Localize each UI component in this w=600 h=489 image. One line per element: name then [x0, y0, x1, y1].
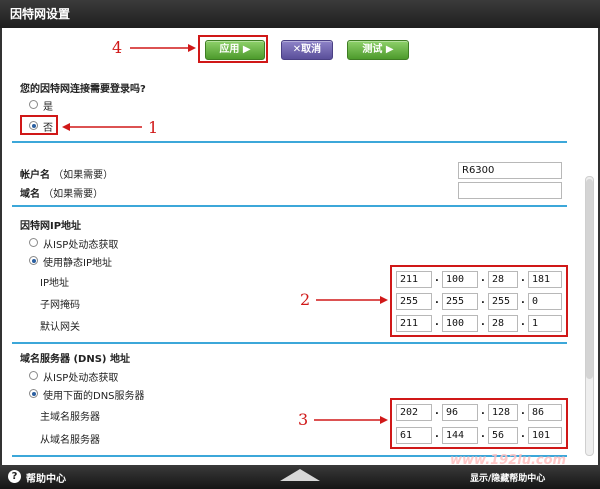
cancel-button[interactable]: ✕取消	[281, 40, 333, 60]
help-footer: ? 帮助中心 显示/隐藏帮助中心 www.192lu.com	[0, 453, 600, 489]
dns-manual-label: 使用下面的DNS服务器	[43, 391, 145, 402]
annotation-arrow-1	[62, 123, 142, 131]
annotation-arrow-2	[316, 296, 388, 304]
domain-input[interactable]	[458, 182, 562, 199]
settings-panel: 应用 ▶ ✕取消 测试 ▶ 4 您的因特网连接需要登录吗? 是 否 1 帐户名 …	[0, 28, 600, 465]
domain-hint: （如果需要）	[43, 189, 104, 200]
help-icon[interactable]: ?	[8, 470, 21, 483]
account-name-row: 帐户名 （如果需要）	[20, 166, 113, 181]
section-divider	[12, 205, 567, 207]
login-yes-label: 是	[43, 102, 53, 113]
ip-address-label: IP地址	[40, 278, 69, 289]
primary-dns-label: 主域名服务器	[40, 412, 100, 423]
gateway-label: 默认网关	[40, 322, 80, 333]
login-yes-radio[interactable]	[29, 100, 38, 109]
section-divider	[12, 141, 567, 143]
ip-static-label: 使用静态IP地址	[43, 258, 112, 269]
section-divider	[12, 342, 567, 344]
account-name-input[interactable]: R6300	[458, 162, 562, 179]
ip-section-title: 因特网IP地址	[20, 221, 82, 232]
dns-dynamic-radio[interactable]	[29, 371, 38, 380]
ip-dynamic-label: 从ISP处动态获取	[43, 240, 119, 251]
ip-dynamic-radio[interactable]	[29, 238, 38, 247]
annotation-number-4: 4	[112, 38, 123, 57]
annotation-arrow-4	[130, 44, 196, 52]
window-title: 因特网设置	[0, 0, 600, 28]
dns-manual-radio[interactable]	[29, 389, 38, 398]
annotation-box-ip	[390, 265, 568, 337]
annotation-number-1: 1	[148, 118, 159, 137]
annotation-number-3: 3	[298, 410, 309, 429]
annotation-number-2: 2	[300, 290, 311, 309]
account-name-label: 帐户名	[20, 170, 50, 181]
watermark-text: www.192lu.com	[450, 453, 567, 468]
show-hide-help-link[interactable]: 显示/隐藏帮助中心	[470, 471, 545, 484]
dns-dynamic-label: 从ISP处动态获取	[43, 373, 119, 384]
scrollbar-thumb[interactable]	[586, 179, 593, 379]
domain-row: 域名 （如果需要）	[20, 185, 103, 200]
expand-arrow-icon[interactable]	[280, 467, 320, 481]
login-question-label: 您的因特网连接需要登录吗?	[20, 84, 146, 95]
annotation-box-apply	[198, 35, 268, 63]
secondary-dns-label: 从域名服务器	[40, 435, 100, 446]
help-center-label[interactable]: 帮助中心	[26, 470, 66, 485]
dns-section-title: 域名服务器 (DNS) 地址	[20, 354, 130, 365]
annotation-box-no	[20, 115, 58, 135]
test-button[interactable]: 测试 ▶	[347, 40, 409, 60]
domain-label: 域名	[20, 189, 40, 200]
ip-static-radio[interactable]	[29, 256, 38, 265]
account-name-hint: （如果需要）	[53, 170, 114, 181]
annotation-box-dns	[390, 398, 568, 449]
subnet-mask-label: 子网掩码	[40, 300, 80, 311]
vertical-scrollbar[interactable]	[585, 176, 594, 456]
annotation-arrow-3	[314, 416, 388, 424]
